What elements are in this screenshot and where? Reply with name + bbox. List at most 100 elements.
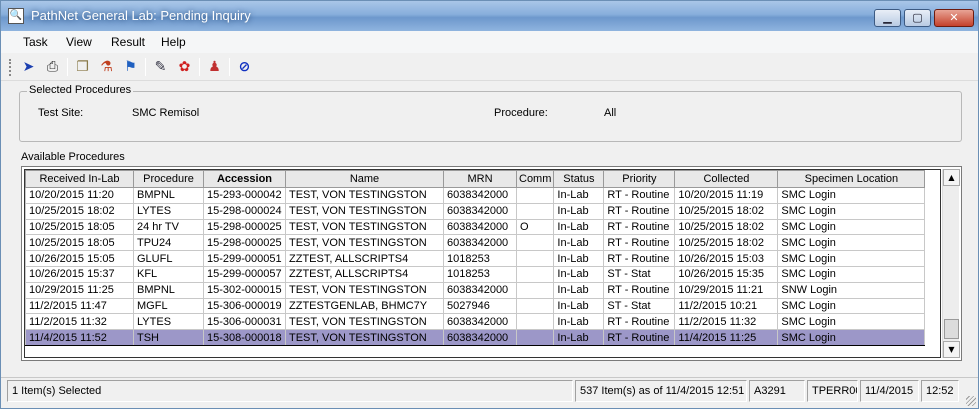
cell-received: 10/26/2015 15:37 [25, 265, 134, 283]
cell-comm [515, 250, 555, 267]
cell-mrn: 6038342000 [443, 281, 517, 299]
cell-procedure: TPU24 [133, 234, 204, 252]
cell-comm: O [515, 218, 555, 236]
title-bar[interactable]: 🔍 PathNet General Lab: Pending Inquiry ▁… [1, 1, 978, 31]
cancel-icon[interactable]: ⊘ [235, 58, 254, 77]
cell-priority: RT - Routine [603, 281, 676, 299]
col-header-procedure[interactable]: Procedure [133, 170, 204, 188]
cell-status: In-Lab [553, 250, 605, 267]
table-row[interactable]: 10/26/2015 15:37 KFL 15-299-000057 ZZTEST, … [25, 265, 926, 283]
table-row[interactable]: 10/26/2015 15:05 GLUFL 15-299-000051 ZZTEST… [25, 250, 926, 267]
cell-mrn: 1018253 [443, 250, 517, 267]
toolbar-separator [229, 58, 230, 76]
person-red-icon[interactable]: ♟ [205, 58, 224, 77]
cell-comm [515, 187, 555, 204]
cell-specimen-location: SMC Login [777, 202, 926, 220]
maximize-button[interactable]: ▢ [904, 9, 931, 27]
col-header-received[interactable]: Received In-Lab [25, 170, 134, 188]
cell-accession: 15-298-000025 [203, 234, 286, 252]
cell-procedure: MGFL [133, 297, 204, 315]
grid-viewport: Received In-Lab Procedure Accession Name… [24, 169, 941, 358]
cell-comm [515, 313, 555, 331]
cell-priority: RT - Routine [603, 202, 676, 220]
table-row[interactable]: 10/20/2015 11:20 BMPNL 15-293-000042 TEST, … [25, 187, 926, 204]
col-header-specimen-location[interactable]: Specimen Location [777, 170, 926, 188]
table-row[interactable]: 10/25/2015 18:05 24 hr TV 15-298-000025 TES… [25, 218, 926, 236]
col-header-comm[interactable]: Comm [515, 170, 555, 188]
cell-collected: 10/26/2015 15:35 [674, 265, 779, 283]
procedure-label: Procedure: [494, 107, 548, 119]
menu-help[interactable]: Help [161, 35, 186, 49]
cell-received: 11/4/2015 11:52 [25, 329, 134, 346]
cell-name: ZZTESTGENLAB, BHMC7Y [285, 297, 444, 315]
col-header-mrn[interactable]: MRN [443, 170, 517, 188]
cell-name: TEST, VON TESTINGSTON [285, 218, 444, 236]
scroll-down-arrow-icon[interactable]: ▼ [943, 341, 960, 358]
table-row[interactable]: 10/29/2015 11:25 BMPNL 15-302-000015 TEST, … [25, 281, 926, 299]
minimize-button[interactable]: ▁ [874, 9, 901, 27]
pencil-sign-icon[interactable]: ✎ [151, 58, 170, 77]
menu-view[interactable]: View [66, 35, 92, 49]
cell-status: In-Lab [553, 218, 605, 236]
status-bar: 1 Item(s) Selected 537 Item(s) as of 11/… [1, 377, 978, 408]
print-icon[interactable]: ⎙ [43, 58, 62, 77]
cell-comm [515, 281, 555, 299]
col-header-status[interactable]: Status [553, 170, 605, 188]
cell-priority: ST - Stat [603, 265, 676, 283]
test-site-value: SMC Remisol [132, 107, 200, 119]
cell-name: TEST, VON TESTINGSTON [285, 234, 444, 252]
cell-name: TEST, VON TESTINGSTON [285, 329, 444, 346]
copy-icon[interactable]: ❐ [73, 58, 92, 77]
toolbar-separator [67, 58, 68, 76]
person-run-icon[interactable]: ⚑ [121, 58, 140, 77]
cell-accession: 15-306-000031 [203, 313, 286, 331]
cell-priority: RT - Routine [603, 250, 676, 267]
table-row[interactable]: 10/25/2015 18:02 LYTES 15-298-000024 TEST, … [25, 202, 926, 220]
cell-accession: 15-298-000024 [203, 202, 286, 220]
cell-specimen-location: SMC Login [777, 265, 926, 283]
cell-mrn: 6038342000 [443, 218, 517, 236]
available-procedures-label: Available Procedures [21, 151, 125, 163]
col-header-name[interactable]: Name [285, 170, 444, 188]
toolbar-grip[interactable] [9, 59, 12, 76]
pointer-arrow-icon[interactable]: ➤ [19, 58, 38, 77]
scroll-thumb[interactable] [944, 319, 959, 339]
procedures-grid[interactable]: Received In-Lab Procedure Accession Name… [21, 166, 962, 361]
col-header-accession[interactable]: Accession [203, 170, 286, 188]
cell-comm [515, 329, 555, 346]
grid-header-row: Received In-Lab Procedure Accession Name… [25, 170, 926, 188]
status-selection: 1 Item(s) Selected [7, 380, 573, 402]
specimen-tube-icon[interactable]: ⚗ [97, 58, 116, 77]
cell-mrn: 5027946 [443, 297, 517, 315]
cell-specimen-location: SMC Login [777, 218, 926, 236]
col-header-priority[interactable]: Priority [603, 170, 676, 188]
cell-name: TEST, VON TESTINGSTON [285, 281, 444, 299]
table-row[interactable]: 10/25/2015 18:05 TPU24 15-298-000025 TEST, … [25, 234, 926, 252]
cell-accession: 15-299-000051 [203, 250, 286, 267]
status-time: 12:52 [921, 380, 959, 402]
cell-collected: 11/4/2015 11:25 [674, 329, 779, 346]
cell-mrn: 6038342000 [443, 329, 517, 346]
resize-grip-icon[interactable] [966, 396, 976, 406]
table-row[interactable]: 11/2/2015 11:32 LYTES 15-306-000031 TEST, V… [25, 313, 926, 331]
table-row[interactable]: 11/4/2015 11:52 TSH 15-308-000018 TEST, VON… [25, 329, 926, 346]
cell-mrn: 6038342000 [443, 187, 517, 204]
cell-name: TEST, VON TESTINGSTON [285, 202, 444, 220]
cell-procedure: 24 hr TV [133, 218, 204, 236]
cell-status: In-Lab [553, 202, 605, 220]
vertical-scrollbar[interactable]: ▲ ▼ [942, 169, 960, 358]
scroll-up-arrow-icon[interactable]: ▲ [943, 169, 960, 186]
cell-status: In-Lab [553, 265, 605, 283]
cell-specimen-location: SMC Login [777, 234, 926, 252]
menu-task[interactable]: Task [23, 35, 48, 49]
table-row[interactable]: 11/2/2015 11:47 MGFL 15-306-000019 ZZTESTGE… [25, 297, 926, 315]
col-header-collected[interactable]: Collected [674, 170, 779, 188]
flower-stop-icon[interactable]: ✿ [175, 58, 194, 77]
menu-result[interactable]: Result [111, 35, 145, 49]
cell-name: ZZTEST, ALLSCRIPTS4 [285, 250, 444, 267]
close-button[interactable]: ✕ [934, 9, 974, 27]
cell-received: 10/25/2015 18:02 [25, 202, 134, 220]
magnifier-doc-icon: 🔍 [8, 8, 24, 24]
cell-specimen-location: SMC Login [777, 313, 926, 331]
cell-collected: 10/29/2015 11:21 [674, 281, 779, 299]
